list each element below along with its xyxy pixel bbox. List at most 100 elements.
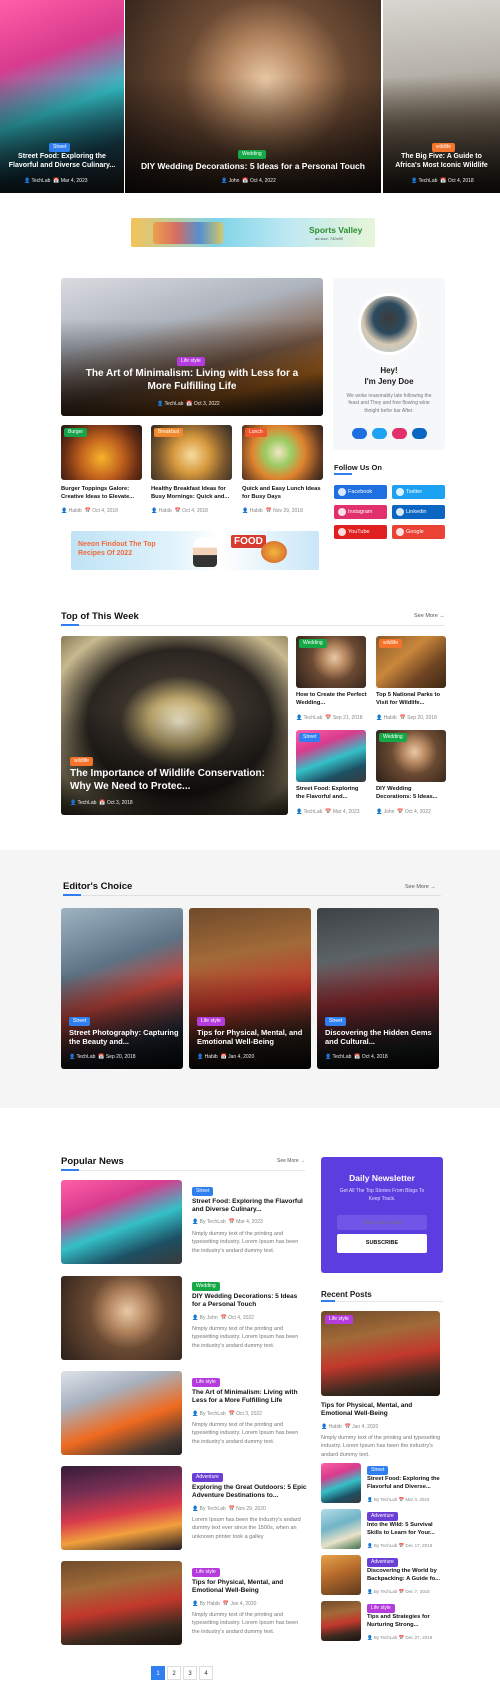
page-4-button[interactable]: 4 xyxy=(199,1666,213,1680)
google-button[interactable]: Google xyxy=(392,525,445,539)
category-badge[interactable]: wildlife xyxy=(70,757,94,766)
card-title[interactable]: Tips for Physical, Mental, and Emotional… xyxy=(197,1028,307,1047)
twitter-button[interactable]: Twitter xyxy=(392,485,445,499)
card-image[interactable]: Lunch xyxy=(242,425,323,480)
category-badge[interactable]: Adventure xyxy=(192,1473,223,1482)
category-badge[interactable]: Life style xyxy=(192,1568,220,1577)
category-badge[interactable]: Life style xyxy=(367,1604,395,1613)
editor-card[interactable]: Street Street Photography: Capturing the… xyxy=(61,908,183,1069)
category-badge[interactable]: Street xyxy=(192,1187,214,1196)
hero-card-wedding[interactable]: Wedding DIY Wedding Decorations: 5 Ideas… xyxy=(125,0,381,193)
linkedin-icon[interactable] xyxy=(412,428,427,439)
category-badge[interactable]: Wedding xyxy=(299,639,327,648)
category-badge[interactable]: Wedding xyxy=(379,733,407,742)
card-title[interactable]: Healthy Breakfast Ideas for Busy Morning… xyxy=(151,486,234,501)
category-badge[interactable]: Street xyxy=(69,1017,91,1026)
recent-main-title[interactable]: Tips for Physical, Mental, and Emotional… xyxy=(321,1402,443,1419)
category-badge[interactable]: Street xyxy=(325,1017,347,1026)
facebook-icon[interactable] xyxy=(352,428,367,439)
see-more-link[interactable]: See More → xyxy=(277,1158,305,1164)
instagram-button[interactable]: Instagram xyxy=(334,505,387,519)
twitter-icon[interactable] xyxy=(372,428,387,439)
category-badge[interactable]: Wedding xyxy=(192,1282,220,1291)
popular-title[interactable]: DIY Wedding Decorations: 5 Ideas for a P… xyxy=(192,1293,307,1310)
section-accent xyxy=(63,894,81,896)
recent-main-image[interactable]: Life style xyxy=(321,1311,440,1396)
card-title[interactable]: Street Photography: Capturing the Beauty… xyxy=(69,1028,179,1047)
popular-title[interactable]: Tips for Physical, Mental, and Emotional… xyxy=(192,1579,307,1596)
hero-title[interactable]: Street Food: Exploring the Flavorful and… xyxy=(6,153,118,171)
card-title[interactable]: Top 5 National Parks to Visit for Wildli… xyxy=(376,692,448,707)
category-badge[interactable]: Life style xyxy=(197,1017,225,1026)
card-title[interactable]: Quick and Easy Lunch Ideas for Busy Days xyxy=(242,486,325,501)
editor-card[interactable]: Life style Tips for Physical, Mental, an… xyxy=(189,908,311,1069)
page-3-button[interactable]: 3 xyxy=(183,1666,197,1680)
recent-thumb[interactable] xyxy=(321,1601,361,1641)
page-1-button[interactable]: 1 xyxy=(151,1666,165,1680)
featured-title[interactable]: The Art of Minimalism: Living with Less … xyxy=(85,368,299,393)
hero-title[interactable]: DIY Wedding Decorations: 5 Ideas for a P… xyxy=(130,161,376,172)
hero-card-wildlife[interactable]: wildlife The Big Five: A Guide to Africa… xyxy=(383,0,500,193)
recent-thumb[interactable] xyxy=(321,1463,361,1503)
card-image[interactable]: Burger xyxy=(61,425,142,480)
recent-item-title[interactable]: Into the Wild: 5 Survival Skills to Lear… xyxy=(367,1522,445,1537)
category-badge[interactable]: Street xyxy=(299,733,321,742)
top-week-main-card[interactable]: wildlife The Importance of Wildlife Cons… xyxy=(61,636,288,815)
category-badge[interactable]: Adventure xyxy=(367,1512,398,1521)
editor-card[interactable]: Street Discovering the Hidden Gems and C… xyxy=(317,908,439,1069)
category-badge[interactable]: Lunch xyxy=(245,428,267,437)
see-more-link[interactable]: See More → xyxy=(414,613,445,619)
popular-title[interactable]: Exploring the Great Outdoors: 5 Epic Adv… xyxy=(192,1484,307,1501)
category-badge[interactable]: wildlife xyxy=(432,143,456,152)
card-image[interactable]: Street xyxy=(296,730,366,782)
featured-card[interactable]: Life style The Art of Minimalism: Living… xyxy=(61,278,323,416)
popular-image[interactable] xyxy=(61,1371,182,1455)
ad-banner-sports[interactable]: Sports Valley ad size: 740x90 xyxy=(131,218,375,247)
card-image[interactable]: wildlife xyxy=(376,636,446,688)
popular-image[interactable] xyxy=(61,1276,182,1360)
hero-card-street[interactable]: Street Street Food: Exploring the Flavor… xyxy=(0,0,124,193)
recent-item-title[interactable]: Tips and Strategies for Nurturing Strong… xyxy=(367,1614,445,1629)
youtube-button[interactable]: YouTube xyxy=(334,525,387,539)
see-more-link[interactable]: See More → xyxy=(405,884,436,890)
instagram-icon[interactable] xyxy=(392,428,407,439)
card-title[interactable]: How to Create the Perfect Wedding... xyxy=(296,692,368,707)
facebook-button[interactable]: Facebook xyxy=(334,485,387,499)
linkedin-button[interactable]: Linkedin xyxy=(392,505,445,519)
popular-image[interactable] xyxy=(61,1466,182,1550)
card-title[interactable]: The Importance of Wildlife Conservation:… xyxy=(70,768,280,793)
card-image[interactable]: Wedding xyxy=(296,636,366,688)
category-badge[interactable]: Life style xyxy=(192,1378,220,1387)
category-badge[interactable]: Wedding xyxy=(238,150,266,159)
avatar xyxy=(358,293,420,355)
card-image[interactable]: Wedding xyxy=(376,730,446,782)
ad-banner-food[interactable]: Neeon Findout The Top Recipes Of 2022 FO… xyxy=(71,531,319,570)
card-image[interactable]: Breakfast xyxy=(151,425,232,480)
card-title[interactable]: Discovering the Hidden Gems and Cultural… xyxy=(325,1028,435,1047)
category-badge[interactable]: Life style xyxy=(177,357,205,366)
category-badge[interactable]: wildlife xyxy=(379,639,403,648)
subscribe-button[interactable]: SUBSCRIBE xyxy=(337,1234,427,1253)
category-badge[interactable]: Street xyxy=(49,143,71,152)
category-badge[interactable]: Burger xyxy=(64,428,88,437)
popular-image[interactable] xyxy=(61,1180,182,1264)
hero-title[interactable]: The Big Five: A Guide to Africa's Most I… xyxy=(388,153,495,171)
category-badge[interactable]: Breakfast xyxy=(154,428,184,437)
card-title[interactable]: DIY Wedding Decorations: 5 Ideas... xyxy=(376,786,448,801)
category-badge[interactable]: Life style xyxy=(325,1315,353,1324)
category-badge[interactable]: Adventure xyxy=(367,1558,398,1567)
newsletter-email-input[interactable] xyxy=(337,1215,427,1230)
card-title[interactable]: Burger Toppings Galore: Creative Ideas t… xyxy=(61,486,144,501)
page-2-button[interactable]: 2 xyxy=(167,1666,181,1680)
chef-icon xyxy=(193,537,217,567)
recent-item-title[interactable]: Discovering the World by Backpacking: A … xyxy=(367,1568,445,1583)
recent-thumb[interactable] xyxy=(321,1509,361,1549)
recent-item-title[interactable]: Street Food: Exploring the Flavorful and… xyxy=(367,1476,445,1491)
popular-image[interactable] xyxy=(61,1561,182,1645)
post-meta: 👤 Habib 📅 Oct 4, 2018 xyxy=(61,508,118,514)
card-title[interactable]: Street Food: Exploring the Flavorful and… xyxy=(296,786,368,801)
category-badge[interactable]: Street xyxy=(367,1466,389,1475)
recent-thumb[interactable] xyxy=(321,1555,361,1595)
popular-title[interactable]: Street Food: Exploring the Flavorful and… xyxy=(192,1198,307,1215)
popular-title[interactable]: The Art of Minimalism: Living with Less … xyxy=(192,1389,307,1406)
